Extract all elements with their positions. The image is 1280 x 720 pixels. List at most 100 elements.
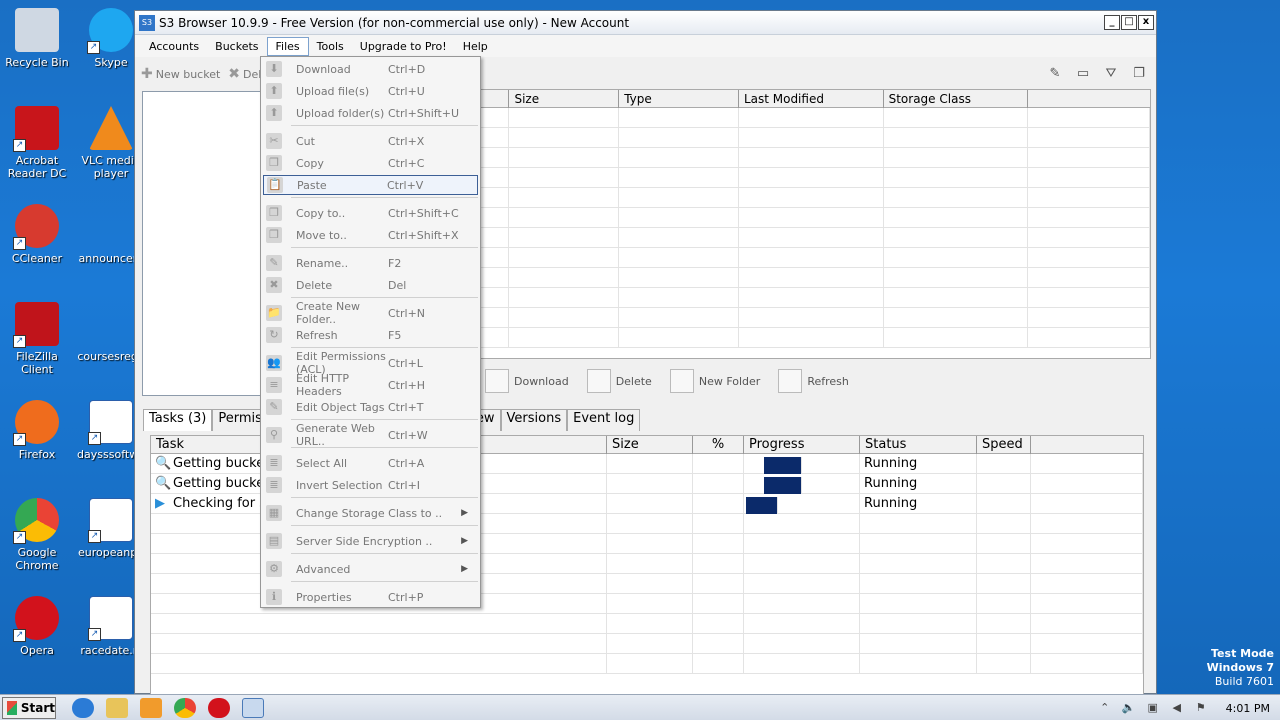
- desktop-icon-filezilla[interactable]: ↗ FileZilla Client: [0, 302, 74, 376]
- filter-icon[interactable]: ⛛: [1102, 65, 1120, 83]
- files-menu-dropdown: ⬇ Download Ctrl+D ⬆ Upload file(s) Ctrl+U ⬆ Upl…: [260, 56, 481, 608]
- start-button[interactable]: Start: [2, 696, 56, 719]
- column-size[interactable]: Size: [607, 436, 693, 454]
- tab-event-log[interactable]: Event log: [567, 409, 641, 431]
- menu-item-select-all[interactable]: ≣ Select All Ctrl+A: [263, 453, 478, 473]
- menu-item-upload-file-s[interactable]: ⬆ Upload file(s) Ctrl+U: [263, 81, 478, 101]
- menu-tools[interactable]: Tools: [309, 38, 352, 55]
- web-url-icon: ⚲: [266, 427, 282, 443]
- opera-taskbar-icon[interactable]: [208, 697, 230, 718]
- submenu-arrow-icon: ▶: [461, 564, 468, 574]
- menu-shortcut: Ctrl+Shift+C: [388, 206, 459, 220]
- desktop-icon-acrobat[interactable]: ↗ Acrobat Reader DC: [0, 106, 74, 180]
- minimize-button[interactable]: _: [1104, 15, 1120, 30]
- column-type[interactable]: Type: [619, 90, 739, 108]
- maximize-button[interactable]: □: [1121, 15, 1137, 30]
- menu-item-cut[interactable]: ✂ Cut Ctrl+X: [263, 131, 478, 151]
- bucket-list[interactable]: [142, 91, 272, 396]
- menu-item-upload-folder-s[interactable]: ⬆ Upload folder(s) Ctrl+Shift+U: [263, 103, 478, 123]
- menu-item-copy-to[interactable]: ❐ Copy to.. Ctrl+Shift+C: [263, 203, 478, 223]
- download-button[interactable]: Download: [485, 369, 569, 393]
- filezilla-icon: ↗: [13, 302, 59, 348]
- menu-item-edit-http-headers[interactable]: ≡ Edit HTTP Headers Ctrl+H: [263, 372, 478, 398]
- status-text: Running: [860, 494, 977, 514]
- s3-browser-taskbar-icon[interactable]: [242, 697, 264, 718]
- title-bar[interactable]: S3 S3 Browser 10.9.9 - Free Version (for…: [135, 11, 1156, 35]
- menu-separator: [291, 419, 478, 420]
- invert-selection-icon: ≣: [266, 477, 282, 493]
- desktop-icon-chrome[interactable]: ↗ Google Chrome: [0, 498, 74, 572]
- upload-icon: ⬆: [266, 83, 282, 99]
- network-icon[interactable]: ▣: [1146, 701, 1160, 715]
- column-percent[interactable]: %: [693, 436, 744, 454]
- refresh-button[interactable]: Refresh: [778, 369, 849, 393]
- windows-logo-icon: [7, 700, 17, 715]
- copy-window-icon[interactable]: ❐: [1130, 65, 1148, 83]
- menu-item-delete[interactable]: ✖ Delete Del: [263, 275, 478, 295]
- media-player-taskbar-icon[interactable]: [140, 697, 162, 718]
- menu-separator: [291, 525, 478, 526]
- menu-shortcut: F2: [388, 256, 402, 270]
- delete-file-button[interactable]: Delete: [586, 369, 652, 393]
- menu-item-advanced[interactable]: ⚙ Advanced ▶: [263, 559, 478, 579]
- menu-item-change-storage-class-to[interactable]: ▦ Change Storage Class to .. ▶: [263, 503, 478, 523]
- word-doc-icon: ↗: [88, 400, 133, 445]
- explorer-taskbar-icon[interactable]: [106, 697, 128, 718]
- refresh-icon: ↻: [266, 327, 282, 343]
- menu-item-copy[interactable]: ❐ Copy Ctrl+C: [263, 153, 478, 173]
- menu-shortcut: Ctrl+U: [388, 84, 425, 98]
- desktop-icon-opera[interactable]: ↗ Opera: [0, 596, 74, 657]
- upload-folder-icon: ⬆: [266, 105, 282, 121]
- clock[interactable]: 4:01 PM: [1226, 702, 1270, 715]
- menu-accounts[interactable]: Accounts: [141, 38, 207, 55]
- close-button[interactable]: x: [1138, 15, 1154, 30]
- column-storage-class[interactable]: Storage Class: [884, 90, 1029, 108]
- menu-item-create-new-folder[interactable]: 📁 Create New Folder.. Ctrl+N: [263, 300, 478, 326]
- ie-taskbar-icon[interactable]: [72, 697, 94, 718]
- menu-upgrade[interactable]: Upgrade to Pro!: [352, 38, 455, 55]
- delete-bucket-button[interactable]: ✖ Del: [228, 66, 261, 82]
- chrome-taskbar-icon[interactable]: [174, 697, 196, 718]
- menu-buckets[interactable]: Buckets: [207, 38, 266, 55]
- recycle-bin-icon: [15, 8, 59, 52]
- submenu-arrow-icon: ▶: [461, 536, 468, 546]
- menu-item-rename[interactable]: ✎ Rename.. F2: [263, 253, 478, 273]
- new-folder-button[interactable]: New Folder: [669, 369, 760, 393]
- menu-item-server-side-encryption[interactable]: ▤ Server Side Encryption .. ▶: [263, 531, 478, 551]
- desktop-icon-recycle-bin[interactable]: Recycle Bin: [0, 8, 74, 69]
- desktop-icon-firefox[interactable]: ↗ Firefox: [0, 400, 74, 461]
- column-size[interactable]: Size: [509, 90, 620, 108]
- menu-item-move-to[interactable]: ❐ Move to.. Ctrl+Shift+X: [263, 225, 478, 245]
- menu-item-generate-web-url[interactable]: ⚲ Generate Web URL.. Ctrl+W: [263, 422, 478, 448]
- system-tray: ⌃ 🔈 ▣ ◀ ⚑ 4:01 PM: [1098, 695, 1280, 720]
- storage-class-icon: ▦: [266, 505, 282, 521]
- speaker-icon[interactable]: ◀: [1170, 701, 1184, 715]
- menu-help[interactable]: Help: [455, 38, 496, 55]
- tray-expand-icon[interactable]: ⌃: [1098, 701, 1112, 715]
- menu-item-download[interactable]: ⬇ Download Ctrl+D: [263, 59, 478, 79]
- flag-icon[interactable]: ⚑: [1194, 701, 1208, 715]
- ccleaner-icon: ↗: [13, 204, 59, 250]
- menu-shortcut: Ctrl+C: [388, 156, 425, 170]
- menu-item-refresh[interactable]: ↻ Refresh F5: [263, 325, 478, 345]
- menu-item-edit-object-tags[interactable]: ✎ Edit Object Tags Ctrl+T: [263, 397, 478, 417]
- menu-item-edit-permissions-acl[interactable]: 👥 Edit Permissions (ACL) Ctrl+L: [263, 350, 478, 376]
- new-bucket-button[interactable]: ✚ New bucket: [141, 66, 220, 82]
- column-last-modified[interactable]: Last Modified: [739, 90, 884, 108]
- menu-item-properties[interactable]: ℹ Properties Ctrl+P: [263, 587, 478, 607]
- column-progress[interactable]: Progress: [744, 436, 860, 454]
- delete-icon: [586, 369, 611, 393]
- menu-item-invert-selection[interactable]: ≣ Invert Selection Ctrl+I: [263, 475, 478, 495]
- menu-shortcut: Ctrl+D: [388, 62, 426, 76]
- desktop-icon-ccleaner[interactable]: ↗ CCleaner: [0, 204, 74, 265]
- tab-versions[interactable]: Versions: [500, 409, 568, 431]
- column-status[interactable]: Status: [860, 436, 977, 454]
- column-speed[interactable]: Speed: [977, 436, 1031, 454]
- menu-item-paste[interactable]: 📋 Paste Ctrl+V: [263, 175, 478, 195]
- menu-shortcut: Ctrl+Shift+X: [388, 228, 459, 242]
- window-icon[interactable]: ▭: [1074, 65, 1092, 83]
- menu-files[interactable]: Files: [266, 36, 309, 56]
- volume-icon[interactable]: 🔈: [1122, 701, 1136, 715]
- pencil-icon[interactable]: ✎: [1046, 65, 1064, 83]
- tab-tasks[interactable]: Tasks (3): [143, 409, 213, 431]
